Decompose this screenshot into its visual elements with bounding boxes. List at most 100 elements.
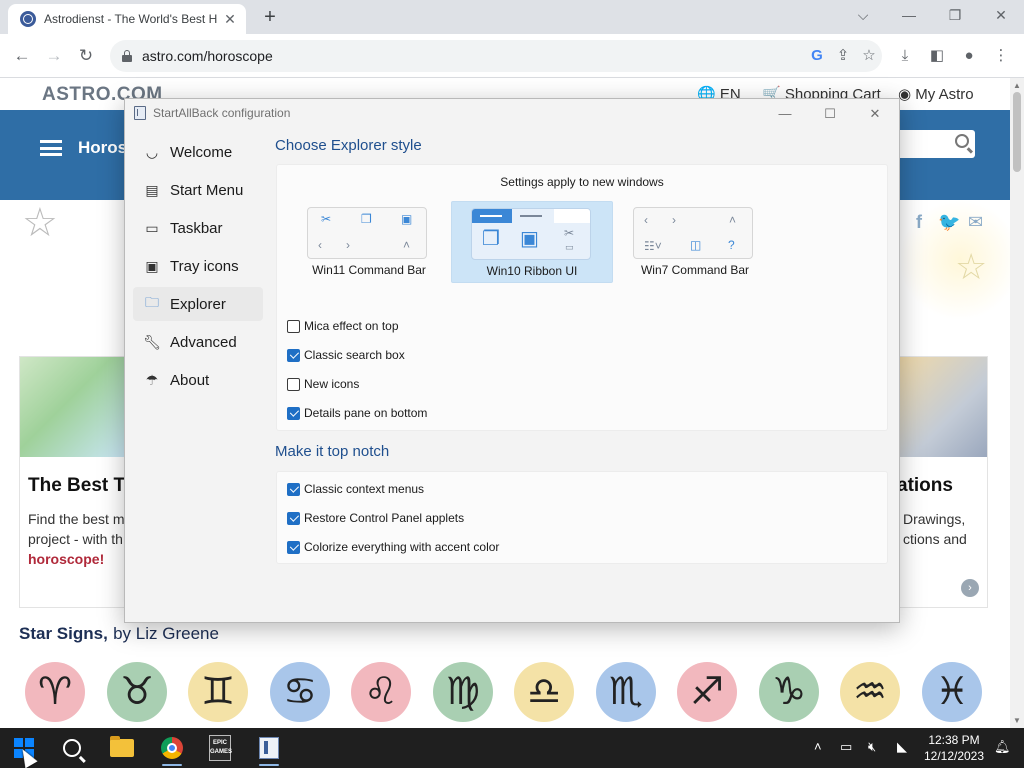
scrollbar-thumb[interactable] (1013, 92, 1021, 172)
dialog-maximize-button[interactable]: ☐ (810, 102, 850, 126)
style-label-win11: Win11 Command Bar (312, 263, 426, 277)
epic-games-button[interactable]: EPIC GAMES (198, 728, 242, 768)
chrome-button[interactable] (150, 728, 194, 768)
browser-tab-strip: Astrodienst - The World's Best H ✕ + ⌵ —… (0, 0, 1024, 34)
checkbox-new-icons[interactable]: New icons (287, 375, 359, 393)
checkbox-box[interactable] (287, 319, 300, 333)
checkbox-restore-control-panel[interactable]: Restore Control Panel applets (287, 509, 464, 527)
checkbox-box[interactable] (287, 482, 300, 496)
help-icon: ? (728, 238, 735, 252)
sidebar-item-advanced[interactable]: 🔧︎ Advanced (133, 325, 263, 359)
zodiac-sign-icon[interactable]: ♒ (840, 662, 900, 722)
chrome-icon (161, 737, 183, 759)
network-display-icon[interactable]: ▭ (840, 739, 852, 755)
style-label-win7: Win7 Command Bar (640, 263, 750, 277)
address-bar[interactable]: astro.com/horoscope G ⇪ ☆ (110, 40, 882, 72)
zodiac-sign-icon[interactable]: ♉ (107, 662, 167, 722)
style-option-win11[interactable]: ✂ ❐ ▣ ‹ › ˄ Win11 Command Bar (288, 201, 450, 283)
site-search-input[interactable] (890, 130, 975, 158)
checkbox-classic-search-box[interactable]: Classic search box (287, 346, 405, 364)
zodiac-sign-icon[interactable]: ♑ (759, 662, 819, 722)
checkbox-box[interactable] (287, 377, 300, 391)
zodiac-sign-icon[interactable]: ♎ (514, 662, 574, 722)
startallback-app-icon (134, 106, 146, 120)
zodiac-sign-icon[interactable]: ♋ (270, 662, 330, 722)
explorer-style-panel: Settings apply to new windows ✂ ❐ ▣ ‹ › … (276, 164, 888, 431)
sidebar-item-about[interactable]: ☂ About (133, 363, 263, 397)
browser-tab[interactable]: Astrodienst - The World's Best H ✕ (8, 4, 246, 34)
active-indicator (259, 764, 279, 766)
dialog-minimize-button[interactable]: — (765, 102, 805, 126)
new-tab-button[interactable]: + (258, 6, 282, 30)
back-arrow-icon[interactable]: ← (9, 43, 35, 69)
astro-favicon-icon (20, 11, 36, 27)
taskbar-search-button[interactable] (50, 728, 94, 768)
clock-date: 12/12/2023 (923, 749, 985, 763)
restore-button[interactable]: ❐ (940, 4, 970, 26)
checkbox-box[interactable] (287, 406, 300, 420)
bookmark-star-icon[interactable]: ☆ (856, 43, 882, 69)
close-window-button[interactable]: ✕ (986, 4, 1016, 26)
checkbox-mica-effect[interactable]: Mica effect on top (287, 317, 399, 335)
page-scrollbar[interactable]: ▲ ▼ (1010, 78, 1024, 728)
taskbar-icon: ▭ (145, 219, 159, 236)
notification-bell-icon[interactable]: 🔔︎ (994, 739, 1011, 755)
checkbox-box[interactable] (287, 348, 300, 362)
win11-preview-thumbnail: ✂ ❐ ▣ ‹ › ˄ (307, 207, 427, 259)
folder-icon: 🗀 (145, 294, 159, 310)
zodiac-sign-icon[interactable]: ♍ (433, 662, 493, 722)
hamburger-menu-icon[interactable] (40, 140, 62, 156)
scroll-up-icon[interactable]: ▲ (1013, 81, 1021, 90)
file-explorer-button[interactable] (100, 728, 144, 768)
minimize-button[interactable]: — (894, 4, 924, 26)
style-option-win10[interactable]: ❐ ▣ ✂ ▭ Win10 Ribbon UI (451, 201, 613, 283)
side-panel-icon[interactable]: ◧ (924, 43, 950, 69)
zodiac-sign-icon[interactable]: ♏ (596, 662, 656, 722)
wrench-icon: 🔧︎ (143, 333, 161, 350)
facebook-icon[interactable]: f (916, 212, 922, 233)
network-disconnected-icon[interactable]: ◣ (897, 739, 907, 755)
email-icon[interactable]: ✉ (968, 212, 983, 233)
zodiac-sign-icon[interactable]: ♌ (351, 662, 411, 722)
share-icon[interactable]: ⇪ (830, 43, 856, 69)
zodiac-sign-icon[interactable]: ♐ (677, 662, 737, 722)
style-option-win7[interactable]: ‹ › ˄ ☷˅ ◫ ? Win7 Command Bar (614, 201, 776, 283)
sidebar-item-welcome[interactable]: ◡ Welcome (133, 135, 263, 169)
search-icon[interactable] (955, 134, 969, 148)
sidebar-item-explorer[interactable]: 🗀 Explorer (133, 287, 263, 321)
startallback-button[interactable] (247, 728, 291, 768)
dialog-titlebar[interactable]: StartAllBack configuration — ☐ ✕ (125, 99, 899, 129)
checkbox-details-pane-bottom[interactable]: Details pane on bottom (287, 404, 427, 422)
sidebar-item-tray-icons[interactable]: ▣ Tray icons (133, 249, 263, 283)
zodiac-sign-icon[interactable]: ♓ (922, 662, 982, 722)
my-astro-link[interactable]: ◉ My Astro (898, 85, 974, 103)
volume-muted-icon[interactable]: 🔇︎ (868, 739, 876, 755)
next-arrow-icon[interactable]: › (961, 579, 979, 597)
sidebar-item-start-menu[interactable]: ▤ Start Menu (133, 173, 263, 207)
checkbox-box[interactable] (287, 511, 300, 525)
twitter-icon[interactable]: 🐦 (938, 212, 960, 233)
sidebar-item-taskbar[interactable]: ▭ Taskbar (133, 211, 263, 245)
download-icon[interactable]: ⤓ (892, 43, 918, 69)
google-icon[interactable]: G (804, 43, 830, 69)
checkbox-classic-context-menus[interactable]: Classic context menus (287, 480, 424, 498)
taskbar-clock[interactable]: 12:38 PM 12/12/2023 (920, 732, 988, 764)
tray-overflow-chevron-icon[interactable]: ˄ (814, 739, 822, 754)
horoscope-link[interactable]: horoscope! (28, 551, 104, 567)
tab-close-icon[interactable]: ✕ (222, 11, 238, 27)
reload-icon[interactable]: ↻ (73, 43, 99, 69)
scroll-down-icon[interactable]: ▼ (1013, 716, 1021, 725)
lock-icon[interactable] (122, 50, 132, 62)
checkbox-colorize-accent[interactable]: Colorize everything with accent color (287, 538, 499, 556)
zodiac-sign-icon[interactable]: ♊ (188, 662, 248, 722)
dialog-close-button[interactable]: ✕ (855, 102, 895, 126)
forward-arrow-icon[interactable]: → (41, 43, 67, 69)
zodiac-sign-icon[interactable]: ♈ (25, 662, 85, 722)
card-text: ctions and (903, 531, 967, 547)
url-text[interactable]: astro.com/horoscope (142, 48, 804, 64)
tab-search-icon[interactable]: ⌵ (848, 4, 878, 26)
menu-kebab-icon[interactable]: ⋮ (988, 43, 1014, 69)
article-card-right[interactable]: ations Drawings, ctions and › (897, 356, 988, 608)
checkbox-box[interactable] (287, 540, 300, 554)
profile-avatar-icon[interactable]: ● (956, 43, 982, 69)
